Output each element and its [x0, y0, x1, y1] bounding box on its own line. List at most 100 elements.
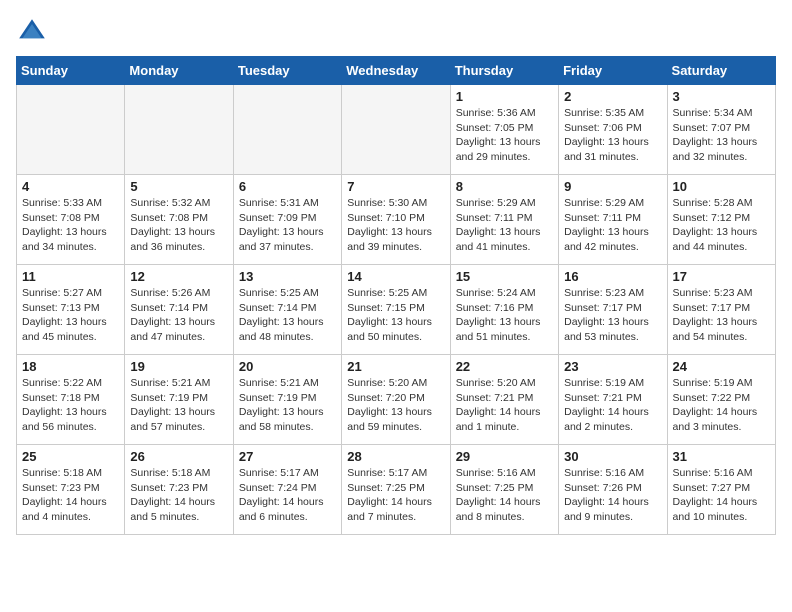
calendar-table: SundayMondayTuesdayWednesdayThursdayFrid… — [16, 56, 776, 535]
column-header-friday: Friday — [559, 57, 667, 85]
day-number: 12 — [130, 269, 227, 284]
calendar-cell: 16 Sunrise: 5:23 AMSunset: 7:17 PMDayligh… — [559, 265, 667, 355]
day-number: 11 — [22, 269, 119, 284]
day-number: 13 — [239, 269, 336, 284]
calendar-cell: 21 Sunrise: 5:20 AMSunset: 7:20 PMDayligh… — [342, 355, 450, 445]
week-row-1: 1 Sunrise: 5:36 AMSunset: 7:05 PMDaylight… — [17, 85, 776, 175]
day-number: 24 — [673, 359, 770, 374]
day-number: 1 — [456, 89, 553, 104]
column-header-monday: Monday — [125, 57, 233, 85]
day-number: 17 — [673, 269, 770, 284]
column-header-sunday: Sunday — [17, 57, 125, 85]
day-info: Sunrise: 5:29 AMSunset: 7:11 PMDaylight:… — [456, 196, 553, 255]
calendar-cell — [233, 85, 341, 175]
day-info: Sunrise: 5:16 AMSunset: 7:25 PMDaylight:… — [456, 466, 553, 525]
day-info: Sunrise: 5:19 AMSunset: 7:22 PMDaylight:… — [673, 376, 770, 435]
calendar-cell: 25 Sunrise: 5:18 AMSunset: 7:23 PMDayligh… — [17, 445, 125, 535]
day-info: Sunrise: 5:35 AMSunset: 7:06 PMDaylight:… — [564, 106, 661, 165]
calendar-cell: 6 Sunrise: 5:31 AMSunset: 7:09 PMDaylight… — [233, 175, 341, 265]
logo — [16, 16, 52, 48]
calendar-cell: 9Sunrise: 5:29 AMSunset: 7:11 PMDaylight… — [559, 175, 667, 265]
column-header-wednesday: Wednesday — [342, 57, 450, 85]
day-info: Sunrise: 5:27 AMSunset: 7:13 PMDaylight:… — [22, 286, 119, 345]
week-row-4: 18 Sunrise: 5:22 AMSunset: 7:18 PMDayligh… — [17, 355, 776, 445]
day-info: Sunrise: 5:20 AMSunset: 7:21 PMDaylight:… — [456, 376, 553, 435]
calendar-cell: 19 Sunrise: 5:21 AMSunset: 7:19 PMDayligh… — [125, 355, 233, 445]
day-info: Sunrise: 5:16 AMSunset: 7:26 PMDaylight:… — [564, 466, 661, 525]
day-number: 20 — [239, 359, 336, 374]
day-number: 5 — [130, 179, 227, 194]
day-info: Sunrise: 5:36 AMSunset: 7:05 PMDaylight:… — [456, 106, 553, 165]
day-number: 23 — [564, 359, 661, 374]
day-number: 8 — [456, 179, 553, 194]
calendar-cell: 4 Sunrise: 5:33 AMSunset: 7:08 PMDaylight… — [17, 175, 125, 265]
calendar-cell: 22Sunrise: 5:20 AMSunset: 7:21 PMDayligh… — [450, 355, 558, 445]
day-info: Sunrise: 5:18 AMSunset: 7:23 PMDaylight:… — [130, 466, 227, 525]
day-info: Sunrise: 5:31 AMSunset: 7:09 PMDaylight:… — [239, 196, 336, 255]
day-info: Sunrise: 5:21 AMSunset: 7:19 PMDaylight:… — [130, 376, 227, 435]
day-info: Sunrise: 5:19 AMSunset: 7:21 PMDaylight:… — [564, 376, 661, 435]
logo-icon — [16, 16, 48, 48]
day-info: Sunrise: 5:25 AMSunset: 7:14 PMDaylight:… — [239, 286, 336, 345]
day-number: 6 — [239, 179, 336, 194]
calendar-cell: 17 Sunrise: 5:23 AMSunset: 7:17 PMDayligh… — [667, 265, 775, 355]
day-info: Sunrise: 5:23 AMSunset: 7:17 PMDaylight:… — [564, 286, 661, 345]
week-row-5: 25 Sunrise: 5:18 AMSunset: 7:23 PMDayligh… — [17, 445, 776, 535]
calendar-cell: 26 Sunrise: 5:18 AMSunset: 7:23 PMDayligh… — [125, 445, 233, 535]
day-info: Sunrise: 5:23 AMSunset: 7:17 PMDaylight:… — [673, 286, 770, 345]
calendar-cell: 27Sunrise: 5:17 AMSunset: 7:24 PMDayligh… — [233, 445, 341, 535]
day-number: 7 — [347, 179, 444, 194]
day-info: Sunrise: 5:18 AMSunset: 7:23 PMDaylight:… — [22, 466, 119, 525]
calendar-cell: 5Sunrise: 5:32 AMSunset: 7:08 PMDaylight… — [125, 175, 233, 265]
day-number: 14 — [347, 269, 444, 284]
day-number: 29 — [456, 449, 553, 464]
calendar-cell: 23 Sunrise: 5:19 AMSunset: 7:21 PMDayligh… — [559, 355, 667, 445]
day-number: 19 — [130, 359, 227, 374]
day-number: 4 — [22, 179, 119, 194]
day-number: 18 — [22, 359, 119, 374]
page-header — [16, 16, 776, 48]
calendar-cell: 13 Sunrise: 5:25 AMSunset: 7:14 PMDayligh… — [233, 265, 341, 355]
day-number: 15 — [456, 269, 553, 284]
day-number: 3 — [673, 89, 770, 104]
day-info: Sunrise: 5:17 AMSunset: 7:25 PMDaylight:… — [347, 466, 444, 525]
day-number: 2 — [564, 89, 661, 104]
calendar-cell — [17, 85, 125, 175]
day-info: Sunrise: 5:22 AMSunset: 7:18 PMDaylight:… — [22, 376, 119, 435]
calendar-cell: 24 Sunrise: 5:19 AMSunset: 7:22 PMDayligh… — [667, 355, 775, 445]
day-number: 26 — [130, 449, 227, 464]
day-number: 28 — [347, 449, 444, 464]
column-header-tuesday: Tuesday — [233, 57, 341, 85]
calendar-cell: 28 Sunrise: 5:17 AMSunset: 7:25 PMDayligh… — [342, 445, 450, 535]
calendar-cell: 1 Sunrise: 5:36 AMSunset: 7:05 PMDaylight… — [450, 85, 558, 175]
day-info: Sunrise: 5:30 AMSunset: 7:10 PMDaylight:… — [347, 196, 444, 255]
day-number: 30 — [564, 449, 661, 464]
calendar-cell: 8 Sunrise: 5:29 AMSunset: 7:11 PMDaylight… — [450, 175, 558, 265]
calendar-cell: 3 Sunrise: 5:34 AMSunset: 7:07 PMDaylight… — [667, 85, 775, 175]
day-number: 27 — [239, 449, 336, 464]
day-number: 21 — [347, 359, 444, 374]
calendar-cell: 14 Sunrise: 5:25 AMSunset: 7:15 PMDayligh… — [342, 265, 450, 355]
day-info: Sunrise: 5:34 AMSunset: 7:07 PMDaylight:… — [673, 106, 770, 165]
calendar-cell: 29 Sunrise: 5:16 AMSunset: 7:25 PMDayligh… — [450, 445, 558, 535]
week-row-3: 11 Sunrise: 5:27 AMSunset: 7:13 PMDayligh… — [17, 265, 776, 355]
day-info: Sunrise: 5:33 AMSunset: 7:08 PMDaylight:… — [22, 196, 119, 255]
calendar-cell: 30 Sunrise: 5:16 AMSunset: 7:26 PMDayligh… — [559, 445, 667, 535]
day-info: Sunrise: 5:25 AMSunset: 7:15 PMDaylight:… — [347, 286, 444, 345]
calendar-cell: 18 Sunrise: 5:22 AMSunset: 7:18 PMDayligh… — [17, 355, 125, 445]
day-info: Sunrise: 5:21 AMSunset: 7:19 PMDaylight:… — [239, 376, 336, 435]
calendar-cell — [125, 85, 233, 175]
day-number: 16 — [564, 269, 661, 284]
day-info: Sunrise: 5:20 AMSunset: 7:20 PMDaylight:… — [347, 376, 444, 435]
calendar-cell: 31Sunrise: 5:16 AMSunset: 7:27 PMDayligh… — [667, 445, 775, 535]
day-info: Sunrise: 5:24 AMSunset: 7:16 PMDaylight:… — [456, 286, 553, 345]
calendar-cell: 12 Sunrise: 5:26 AMSunset: 7:14 PMDayligh… — [125, 265, 233, 355]
calendar-cell: 15 Sunrise: 5:24 AMSunset: 7:16 PMDayligh… — [450, 265, 558, 355]
calendar-cell: 10Sunrise: 5:28 AMSunset: 7:12 PMDayligh… — [667, 175, 775, 265]
day-number: 9 — [564, 179, 661, 194]
calendar-cell — [342, 85, 450, 175]
day-info: Sunrise: 5:28 AMSunset: 7:12 PMDaylight:… — [673, 196, 770, 255]
day-number: 25 — [22, 449, 119, 464]
calendar-cell: 11 Sunrise: 5:27 AMSunset: 7:13 PMDayligh… — [17, 265, 125, 355]
day-info: Sunrise: 5:26 AMSunset: 7:14 PMDaylight:… — [130, 286, 227, 345]
